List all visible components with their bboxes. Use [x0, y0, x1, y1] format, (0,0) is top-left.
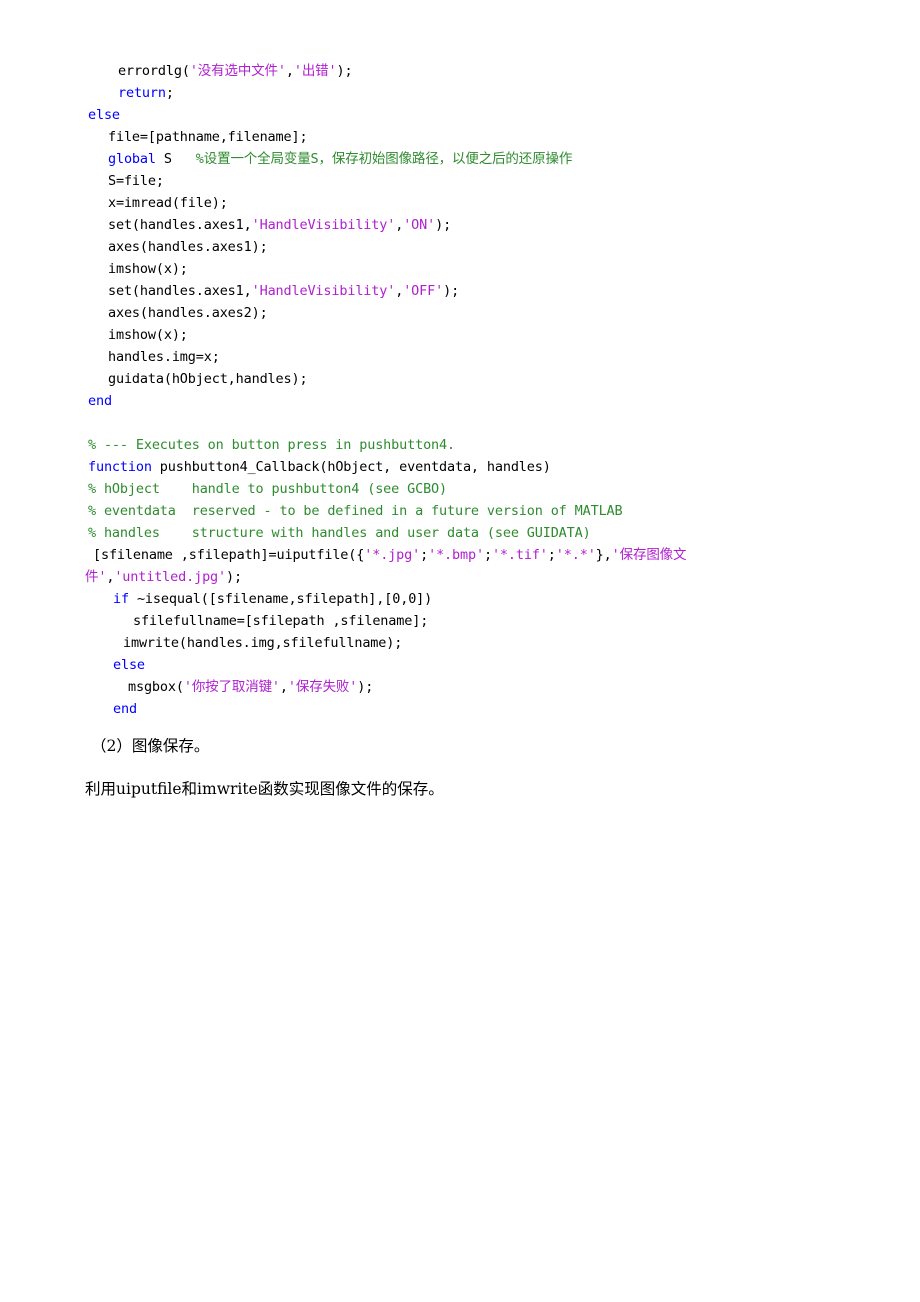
code-token-string: '保存失败': [287, 679, 358, 695]
code-line: imwrite(handles.img,sfilefullname);: [85, 632, 825, 654]
code-line: sfilefullname=[sfilepath ,sfilename];: [85, 610, 825, 632]
code-line: x=imread(file);: [85, 192, 825, 214]
code-token-plain: imwrite(handles.img,sfilefullname);: [123, 635, 403, 651]
code-token-plain: file=[pathname,filename];: [108, 129, 308, 145]
code-line: % --- Executes on button press in pushbu…: [85, 434, 825, 456]
document-page: errordlg('没有选中文件','出错'); return; else file=…: [0, 0, 920, 1302]
code-line: % handles structure with handles and use…: [85, 522, 825, 544]
code-token-plain: ;: [483, 547, 492, 563]
code-token-plain: imshow(x);: [108, 327, 188, 343]
code-token-plain: );: [226, 569, 242, 585]
code-token-plain: );: [443, 283, 460, 299]
code-token-string: 'untitled.jpg': [114, 569, 227, 585]
code-line: % eventdata reserved - to be defined in …: [85, 500, 825, 522]
code-token-keyword: else: [113, 657, 145, 673]
code-token-plain: ,: [395, 217, 404, 233]
code-token-plain: [sfilename ,sfilepath]=uiputfile({: [93, 547, 365, 563]
code-token-keyword: function: [88, 459, 152, 475]
code-token-keyword: else: [88, 107, 120, 123]
code-line: guidata(hObject,handles);: [85, 368, 825, 390]
code-token-string: 'ON': [403, 217, 436, 233]
code-token-string: '*.bmp': [428, 547, 484, 563]
code-token-plain: ~isequal([sfilename,sfilepath],[0,0]): [128, 591, 433, 607]
code-token-plain: set(handles.axes1,: [108, 217, 252, 233]
code-line: S=file;: [85, 170, 825, 192]
code-token-string: '*.*': [555, 547, 596, 563]
code-line: % hObject handle to pushbutton4 (see GCB…: [85, 478, 825, 500]
code-token-plain: ;: [420, 547, 429, 563]
code-line: function pushbutton4_Callback(hObject, e…: [85, 456, 825, 478]
code-token-plain: S: [155, 151, 196, 167]
code-line: set(handles.axes1,'HandleVisibility','ON…: [85, 214, 825, 236]
code-line: 件','untitled.jpg');: [85, 566, 825, 588]
code-line: [sfilename ,sfilepath]=uiputfile({'*.jpg…: [85, 544, 825, 566]
code-line: global S %设置一个全局变量S，保存初始图像路径，以便之后的还原操作: [85, 148, 825, 170]
code-line: if ~isequal([sfilename,sfilepath],[0,0]): [85, 588, 825, 610]
paragraph-body-text: 利用uiputfile和imwrite函数实现图像文件的保存。: [85, 780, 444, 798]
code-token-string: '保存图像文: [611, 547, 687, 563]
document-content: errordlg('没有选中文件','出错'); return; else file=…: [85, 60, 825, 800]
code-token-string: '没有选中文件': [189, 63, 286, 79]
code-token-string: '*.tif': [491, 547, 548, 563]
code-token-plain: ,: [285, 63, 294, 79]
code-token-comment: % handles structure with handles and use…: [88, 525, 591, 541]
paragraph-item-heading: （2）图像保存。: [91, 737, 210, 755]
code-token-plain: set(handles.axes1,: [108, 283, 252, 299]
code-token-string: '出错': [293, 63, 337, 79]
code-line: set(handles.axes1,'HandleVisibility','OF…: [85, 280, 825, 302]
code-token-plain: );: [435, 217, 452, 233]
code-line: end: [85, 698, 825, 720]
code-token-keyword: end: [88, 393, 112, 409]
code-line: imshow(x);: [85, 324, 825, 346]
code-line: return;: [85, 82, 825, 104]
code-token-string: 'HandleVisibility': [251, 217, 396, 233]
code-line: else: [85, 104, 825, 126]
code-token-keyword: global: [108, 151, 156, 167]
code-token-plain: },: [595, 547, 612, 563]
code-token-keyword: return: [118, 85, 166, 101]
code-line: handles.img=x;: [85, 346, 825, 368]
code-line: axes(handles.axes2);: [85, 302, 825, 324]
code-token-plain: ;: [547, 547, 556, 563]
code-token-plain: guidata(hObject,handles);: [108, 371, 308, 387]
code-token-comment: %设置一个全局变量S，保存初始图像路径，以便之后的还原操作: [195, 151, 573, 167]
code-token-keyword: if: [113, 591, 129, 607]
matlab-code-listing: errordlg('没有选中文件','出错'); return; else file=…: [85, 60, 825, 720]
code-token-plain: sfilefullname=[sfilepath ,sfilename];: [133, 613, 429, 629]
code-line: msgbox('你按了取消键','保存失败');: [85, 676, 825, 698]
code-line: errordlg('没有选中文件','出错');: [85, 60, 825, 82]
code-token-plain: axes(handles.axes2);: [108, 305, 268, 321]
code-token-keyword: end: [113, 701, 137, 717]
code-token-string: 件': [85, 569, 107, 585]
code-line: file=[pathname,filename];: [85, 126, 825, 148]
code-token-plain: pushbutton4_Callback(hObject, eventdata,…: [151, 459, 551, 475]
code-token-plain: handles.img=x;: [108, 349, 220, 365]
code-token-plain: errordlg(: [118, 63, 190, 79]
code-token-plain: msgbox(: [128, 679, 184, 695]
code-token-plain: axes(handles.axes1);: [108, 239, 268, 255]
code-token-comment: % --- Executes on button press in pushbu…: [88, 437, 455, 453]
code-line: axes(handles.axes1);: [85, 236, 825, 258]
code-token-comment: % eventdata reserved - to be defined in …: [88, 503, 623, 519]
code-line: imshow(x);: [85, 258, 825, 280]
code-token-plain: );: [357, 679, 374, 695]
code-token-string: '你按了取消键': [183, 679, 280, 695]
code-token-plain: ,: [395, 283, 404, 299]
code-token-plain: ,: [279, 679, 288, 695]
code-line: else: [85, 654, 825, 676]
code-token-plain: );: [336, 63, 353, 79]
code-token-string: 'HandleVisibility': [251, 283, 396, 299]
code-token-string: '*.jpg': [364, 547, 421, 563]
code-token-comment: % hObject handle to pushbutton4 (see GCB…: [88, 481, 447, 497]
code-token-plain: x=imread(file);: [108, 195, 228, 211]
code-token-plain: imshow(x);: [108, 261, 188, 277]
code-token-string: 'OFF': [403, 283, 444, 299]
code-token-plain: S=file;: [108, 173, 164, 189]
code-token-plain: ;: [165, 85, 174, 101]
code-line: end: [85, 390, 825, 412]
